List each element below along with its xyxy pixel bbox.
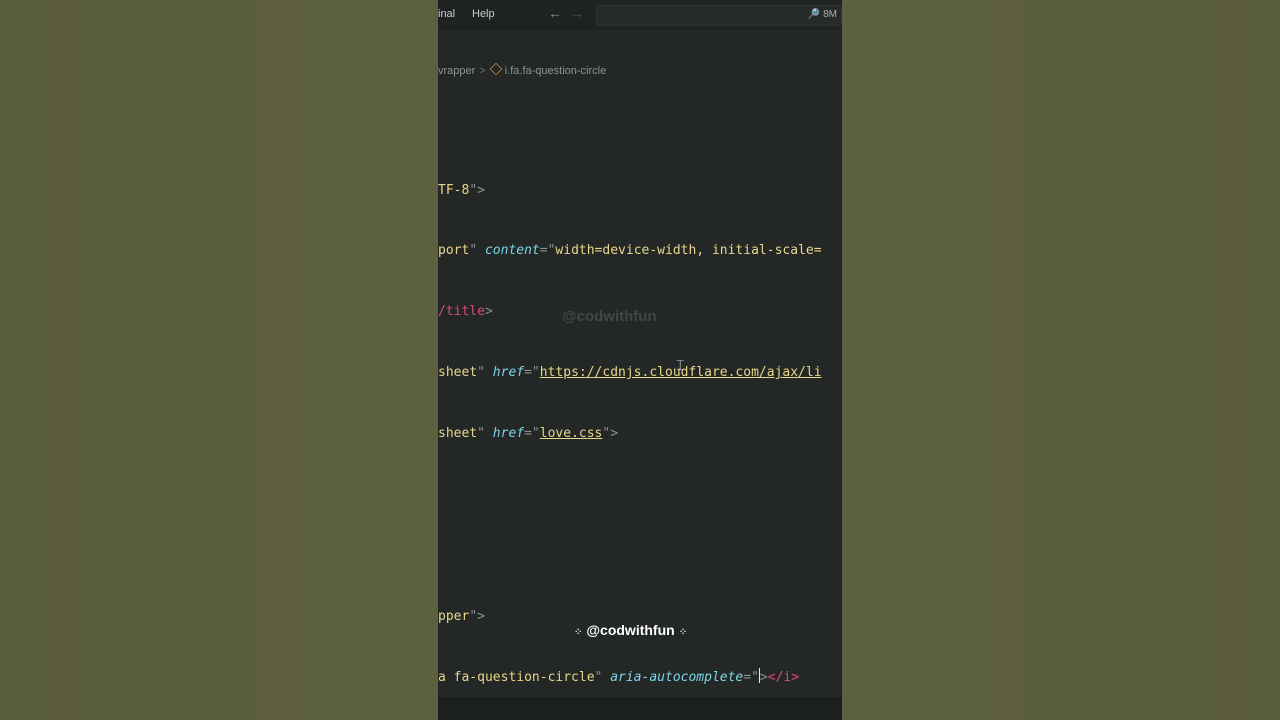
menu-item-help[interactable]: Help — [472, 8, 495, 20]
chevron-right-icon: > — [479, 65, 486, 77]
code-line: port" content="width=device-width, initi… — [438, 243, 822, 259]
element-cube-icon — [489, 62, 503, 76]
channel-handle-overlay: ⁘ @codwithfun ⁘ — [570, 622, 691, 638]
breadcrumb-current[interactable]: i.fa.fa-question-circle — [505, 65, 607, 77]
breadcrumb-parent[interactable]: vrapper — [438, 65, 475, 77]
menu-bar: inal Help ← → 🔎 8M — [438, 0, 842, 30]
right-letterbox — [842, 0, 1280, 720]
status-bar — [438, 697, 842, 720]
command-center-search[interactable]: 🔎 8M — [596, 5, 842, 26]
search-icon: 🔎 8M — [807, 9, 837, 20]
code-line: sheet" href="love.css"> — [438, 426, 619, 442]
code-line: sheet" href="https://cdnjs.cloudflare.co… — [438, 365, 822, 381]
sparkle-icon: ⁘ — [678, 627, 688, 638]
ibeam-cursor-icon: ⌶ — [676, 358, 685, 374]
forward-arrow-icon[interactable]: → — [570, 5, 584, 21]
code-line: TF-8"> — [438, 182, 485, 198]
channel-handle-text: @codwithfun — [586, 622, 675, 638]
breadcrumb: vrapper > i.fa.fa-question-circle — [438, 62, 607, 77]
video-frame: inal Help ← → 🔎 8M vrapper > i.fa.fa-quest… — [438, 0, 842, 720]
left-letterbox — [0, 0, 438, 720]
back-arrow-icon[interactable]: ← — [548, 5, 562, 21]
sparkle-icon: ⁘ — [574, 627, 583, 638]
menu-item-terminal[interactable]: inal — [438, 8, 455, 20]
code-line-active: a fa-question-circle" aria-autocomplete=… — [438, 667, 800, 685]
watermark-center: @codwithfun — [562, 308, 657, 325]
